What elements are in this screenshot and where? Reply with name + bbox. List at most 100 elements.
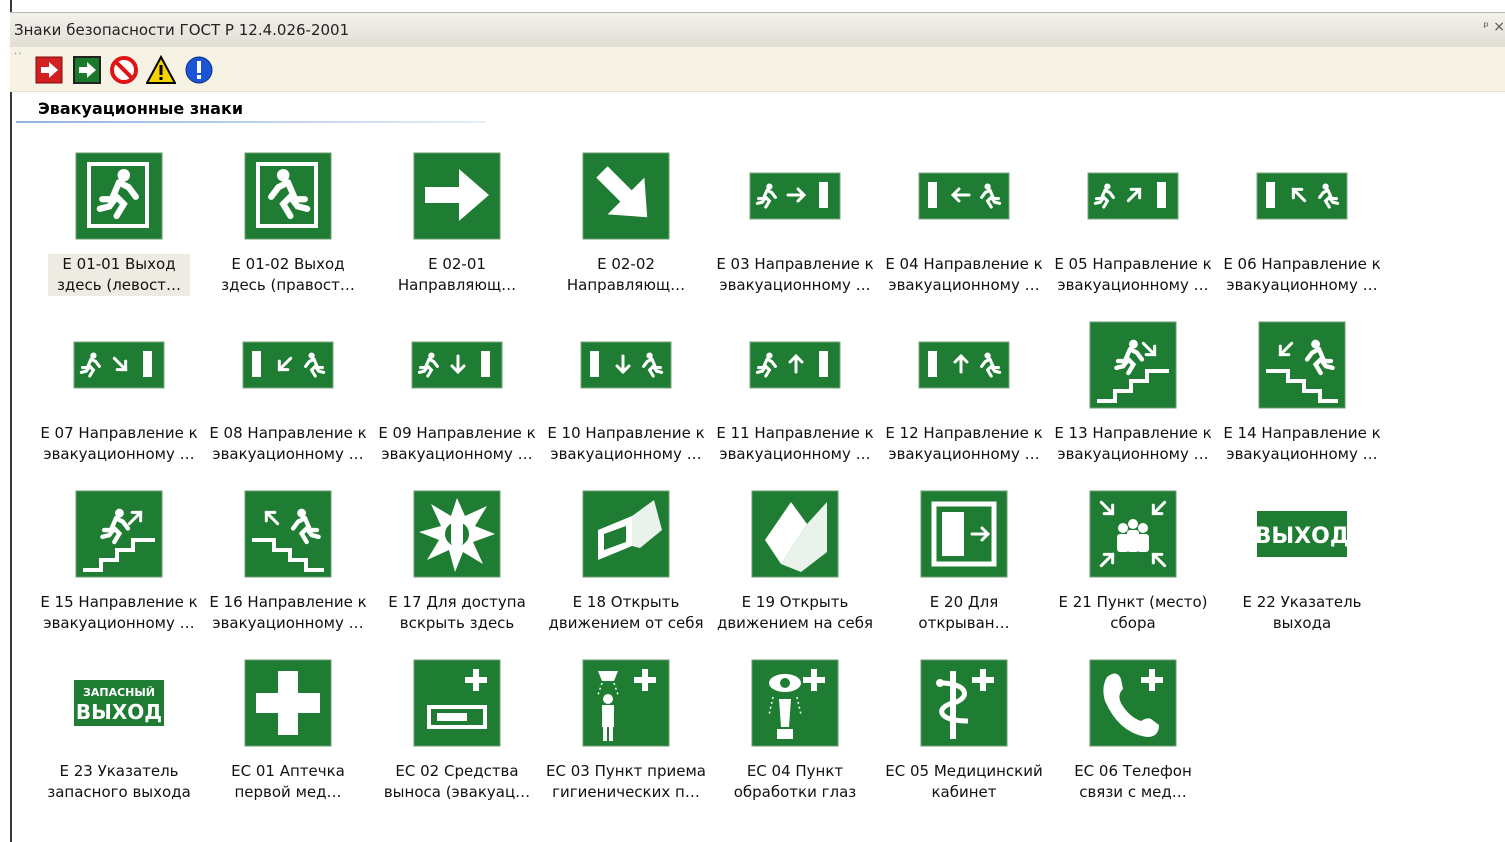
exit-text-icon: ВЫХОД	[1218, 486, 1386, 582]
warning-icon	[146, 55, 176, 84]
sign-item[interactable]: ЕС 03 Пункт приема гигиенических п…	[542, 655, 710, 815]
sign-label: Е 09 Направление к эвакуационному …	[373, 423, 541, 465]
sign-item[interactable]: Е 11 Направление к эвакуационному …	[711, 317, 879, 477]
sign-label: ЕС 01 Аптечка первой мед…	[204, 761, 372, 803]
sign-label-line2: Направляющ…	[566, 276, 686, 294]
exit-running-man-left-icon	[35, 148, 203, 244]
sign-label: Е 02-02 Направляющ…	[542, 254, 710, 296]
prohibition-button[interactable]	[109, 55, 139, 85]
sign-label-line1: Е 15 Направление к	[40, 593, 198, 611]
sign-item[interactable]: ЗАПАСНЫЙ ВЫХОД Е 23 Указатель запасного вы…	[35, 655, 203, 815]
sign-label-line2: эвакуационному …	[719, 445, 871, 463]
stairs-down-right-icon	[1049, 317, 1217, 413]
sign-label-line2: сбора	[1110, 614, 1156, 632]
sign-label-line1: ЕС 06 Телефон	[1074, 762, 1192, 780]
sign-item[interactable]: ЕС 04 Пункт обработки глаз	[711, 655, 879, 815]
sign-item[interactable]: Е 02-02 Направляющ…	[542, 148, 710, 308]
sign-item[interactable]: Е 21 Пункт (место) сбора	[1049, 486, 1217, 646]
sign-item[interactable]: Е 20 Для открыван…	[880, 486, 1048, 646]
sign-item[interactable]: Е 04 Направление к эвакуационному …	[880, 148, 1048, 308]
sign-item[interactable]: ВЫХОД Е 22 Указатель выхода	[1218, 486, 1386, 646]
group-title: Эвакуационные знаки	[38, 99, 244, 118]
mandatory-button[interactable]	[184, 55, 214, 85]
sign-label-line2: эвакуационному …	[212, 445, 364, 463]
sign-item[interactable]: Е 17 Для доступа вскрыть здесь	[373, 486, 541, 646]
sign-label: ЕС 03 Пункт приема гигиенических п…	[542, 761, 710, 803]
sign-label-line1: Е 04 Направление к	[885, 255, 1043, 273]
sign-label-line2: эвакуационному …	[43, 614, 195, 632]
sign-label: Е 19 Открыть движением на себя	[711, 592, 879, 634]
sign-label: Е 04 Направление к эвакуационному …	[880, 254, 1048, 296]
close-icon[interactable]: ×	[1493, 19, 1505, 35]
arrow-right-icon	[373, 148, 541, 244]
direction-down-icon	[373, 317, 541, 413]
sign-item[interactable]: Е 08 Направление к эвакуационному …	[204, 317, 372, 477]
sign-label: Е 10 Направление к эвакуационному …	[542, 423, 710, 465]
sign-label-line1: ЕС 05 Медицинский	[885, 762, 1043, 780]
sign-item[interactable]: Е 15 Направление к эвакуационному …	[35, 486, 203, 646]
exit-red-icon	[35, 56, 63, 84]
first-aid-cross-icon	[204, 655, 372, 751]
sign-label: Е 02-01 Направляющ…	[373, 254, 541, 296]
sign-label-line1: Е 23 Указатель	[59, 762, 179, 780]
sign-item[interactable]: Е 19 Открыть движением на себя	[711, 486, 879, 646]
exit-running-man-right-icon	[204, 148, 372, 244]
exit-red-button[interactable]	[34, 55, 64, 85]
toolbar-grip[interactable]: ··	[14, 49, 22, 60]
sign-item[interactable]: Е 18 Открыть движением от себя	[542, 486, 710, 646]
sign-label-line1: ЕС 01 Аптечка	[231, 762, 345, 780]
sign-item[interactable]: Е 14 Направление к эвакуационному …	[1218, 317, 1386, 477]
sign-label: Е 18 Открыть движением от себя	[542, 592, 710, 634]
sign-item[interactable]: Е 09 Направление к эвакуационному …	[373, 317, 541, 477]
sign-label-line2: выноса (эвакуац…	[383, 783, 531, 801]
sign-item[interactable]: Е 10 Направление к эвакуационному …	[542, 317, 710, 477]
direction-up-left-icon	[1218, 148, 1386, 244]
sign-label: Е 15 Направление к эвакуационному …	[35, 592, 203, 634]
direction-up-icon-2	[880, 317, 1048, 413]
sign-label-line1: Е 14 Направление к	[1223, 424, 1381, 442]
sign-label-line1: Е 19 Открыть	[741, 593, 849, 611]
sign-label: Е 11 Направление к эвакуационному …	[711, 423, 879, 465]
sign-item[interactable]: Е 06 Направление к эвакуационному …	[1218, 148, 1386, 308]
sign-item[interactable]: ЕС 06 Телефон связи с мед…	[1049, 655, 1217, 815]
sign-label-line2: кабинет	[931, 783, 997, 801]
pin-icon[interactable]: ᵖ	[1483, 20, 1489, 35]
sign-label-line1: Е 02-02	[597, 255, 655, 273]
sign-label-line2: эвакуационному …	[1226, 276, 1378, 294]
sign-label: Е 01-02 Выход здесь (правост…	[204, 254, 372, 296]
sign-label-line2: запасного выхода	[47, 783, 191, 801]
sign-item[interactable]: Е 05 Направление к эвакуационному …	[1049, 148, 1217, 308]
push-door-icon	[542, 486, 710, 582]
sign-label-line2: эвакуационному …	[43, 445, 195, 463]
sign-item[interactable]: Е 16 Направление к эвакуационному …	[204, 486, 372, 646]
sign-label-line2: обработки глаз	[733, 783, 857, 801]
sign-item[interactable]: Е 13 Направление к эвакуационному …	[1049, 317, 1217, 477]
eye-wash-icon	[711, 655, 879, 751]
sign-label-line2: движением на себя	[716, 614, 874, 632]
sign-label-line1: Е 12 Направление к	[885, 424, 1043, 442]
sign-item[interactable]: Е 02-01 Направляющ…	[373, 148, 541, 308]
warning-button[interactable]	[146, 55, 176, 85]
sign-item[interactable]: Е 03 Направление к эвакуационному …	[711, 148, 879, 308]
sign-label-line1: Е 22 Указатель	[1242, 593, 1362, 611]
sign-item[interactable]: ЕС 02 Средства выноса (эвакуац…	[373, 655, 541, 815]
sign-label: ЕС 05 Медицинский кабинет	[880, 761, 1048, 803]
sign-label: ЕС 04 Пункт обработки глаз	[711, 761, 879, 803]
sign-item[interactable]: ЕС 05 Медицинский кабинет	[880, 655, 1048, 815]
sign-item[interactable]: Е 01-02 Выход здесь (правост…	[204, 148, 372, 308]
sign-item[interactable]: Е 07 Направление к эвакуационному …	[35, 317, 203, 477]
sign-label: Е 21 Пункт (место) сбора	[1049, 592, 1217, 634]
sign-item[interactable]: Е 12 Направление к эвакуационному …	[880, 317, 1048, 477]
sign-label-line2: здесь (правост…	[221, 276, 355, 294]
window-title: Знаки безопасности ГОСТ Р 12.4.026-2001	[14, 21, 350, 39]
sign-label-line1: ЕС 02 Средства	[395, 762, 519, 780]
exit-green-button[interactable]	[72, 55, 102, 85]
sign-label: Е 17 Для доступа вскрыть здесь	[373, 592, 541, 634]
toolbar: ··	[10, 47, 1505, 92]
sign-item[interactable]: ЕС 01 Аптечка первой мед…	[204, 655, 372, 815]
title-bar: Знаки безопасности ГОСТ Р 12.4.026-2001 …	[10, 12, 1505, 48]
sign-item[interactable]: Е 01-01 Выход здесь (левост…	[35, 148, 203, 308]
direction-down-left-icon	[204, 317, 372, 413]
sign-label-line1: Е 06 Направление к	[1223, 255, 1381, 273]
window-left-edge	[0, 0, 12, 842]
